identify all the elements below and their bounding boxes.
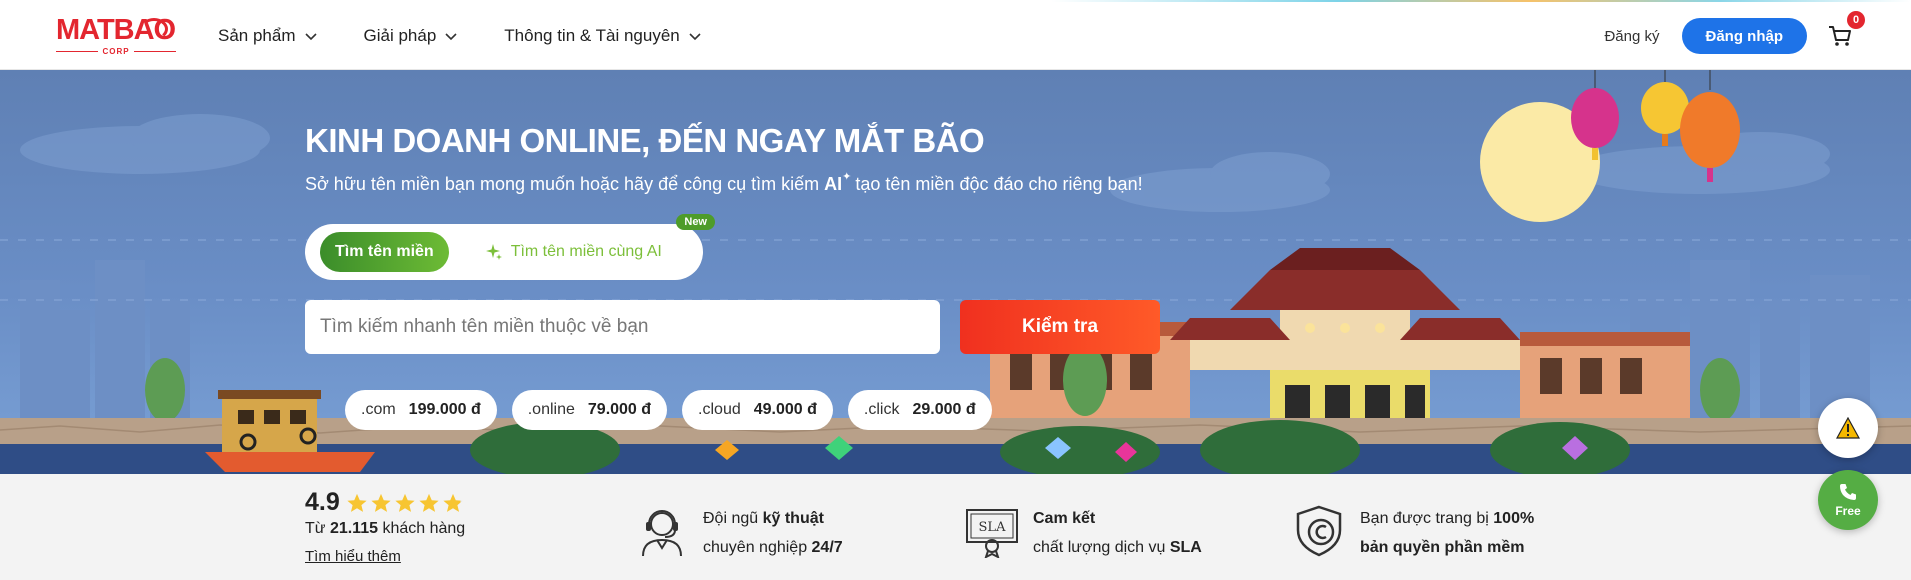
feature-line-2: chất lượng dịch vụ SLA	[1033, 533, 1202, 562]
feature-line-1: Cam kết	[1033, 504, 1202, 533]
price-amount: 79.000 đ	[587, 401, 652, 418]
login-button[interactable]: Đăng nhập	[1681, 18, 1807, 54]
tab-ai-label: Tìm tên miền cùng AI	[510, 243, 662, 260]
feature-line-2: chuyên nghiệp 24/7	[703, 533, 843, 562]
cart-count-badge: 0	[1847, 11, 1865, 29]
nav-item-label: Sản phẩm	[218, 26, 296, 45]
star-icon	[347, 493, 367, 512]
cart-icon	[1829, 26, 1851, 46]
sparkle-icon: ✦	[842, 171, 852, 183]
cart-button[interactable]: 0	[1827, 11, 1865, 49]
price-ext: .click	[863, 401, 900, 418]
learn-more-link[interactable]: Tìm hiểu thêm	[305, 548, 401, 565]
rating-count-line: Từ 21.115 khách hàng	[305, 520, 465, 538]
customer-rating: 4.9 Từ 21.115 khách hàng Tìm hiểu thêm	[305, 488, 465, 566]
nav-item-resources[interactable]: Thông tin & Tài nguyên	[504, 26, 701, 46]
ai-sparkle-icon	[485, 244, 502, 260]
feature-line-1: Bạn được trang bị 100%	[1360, 504, 1534, 533]
price-pill-cloud[interactable]: .cloud 49.000 đ	[682, 390, 833, 430]
copyright-shield-icon	[1296, 505, 1342, 557]
site-header: MATBAO CORP Sản phẩm Giải pháp Thông tin…	[0, 2, 1911, 70]
feature-line-2: bản quyền phần mềm	[1360, 533, 1534, 562]
feature-plain: Đội ngũ	[703, 510, 763, 527]
feature-bold: Cam kết	[1033, 510, 1096, 527]
chevron-down-icon	[304, 33, 317, 41]
price-pill-com[interactable]: .com 199.000 đ	[345, 390, 497, 430]
price-amount: 29.000 đ	[912, 401, 976, 418]
price-pill-online[interactable]: .online 79.000 đ	[511, 390, 668, 430]
price-ext: .online	[527, 401, 575, 418]
nav-item-label: Thông tin & Tài nguyên	[504, 26, 680, 45]
feature-bold: 100%	[1493, 510, 1535, 527]
chevron-down-icon	[445, 33, 457, 41]
domain-price-list: .com 199.000 đ .online 79.000 đ .cloud 4…	[345, 390, 992, 430]
warning-icon	[1836, 417, 1860, 439]
rating-count: 21.115	[329, 520, 378, 537]
star-icon	[395, 493, 415, 512]
logo-sub: CORP	[56, 46, 176, 56]
price-amount: 49.000 đ	[753, 401, 817, 418]
hero-subtitle-start: Sở hữu tên miền bạn mong muốn hoặc hãy đ…	[305, 174, 820, 194]
call-free-label: Free	[1835, 504, 1861, 518]
feature-support: Đội ngũ kỹ thuật chuyên nghiệp 24/7	[635, 504, 843, 562]
star-icon	[371, 493, 391, 512]
chevron-down-icon	[689, 33, 701, 41]
nav-item-solutions[interactable]: Giải pháp	[364, 26, 459, 46]
feature-bold: 24/7	[811, 539, 843, 556]
hero-subtitle-ai: AI	[824, 174, 843, 194]
search-mode-tabs: Tìm tên miền Tìm tên miền cùng AI New	[305, 214, 715, 280]
header-actions: Đăng ký Đăng nhập 0	[1604, 2, 1865, 70]
warning-fab[interactable]	[1818, 398, 1878, 458]
feature-bold: kỹ thuật	[762, 510, 824, 527]
tab-domain-search[interactable]: Tìm tên miền	[320, 232, 449, 272]
tab-ai-domain-search[interactable]: Tìm tên miền cùng AI	[485, 243, 662, 261]
phone-icon	[1840, 484, 1856, 500]
feature-bold: SLA	[1169, 539, 1202, 556]
sla-certificate-icon: SLA	[966, 509, 1018, 558]
rating-stars	[346, 492, 464, 514]
star-half-icon	[443, 493, 463, 512]
hero-title: KINH DOANH ONLINE, ĐẾN NGAY MẮT BÃO	[305, 122, 985, 159]
register-link[interactable]: Đăng ký	[1604, 28, 1659, 45]
feature-plain: Bạn được trang bị	[1360, 510, 1494, 527]
price-amount: 199.000 đ	[408, 401, 481, 418]
price-pill-click[interactable]: .click 29.000 đ	[847, 390, 992, 430]
logo-sub-text: CORP	[102, 46, 130, 56]
rating-score: 4.9	[305, 488, 340, 516]
support-agent-icon	[642, 510, 682, 557]
rating-suffix: khách hàng	[382, 520, 466, 537]
price-ext: .com	[361, 401, 396, 418]
matbao-logo[interactable]: MATBAO CORP	[56, 16, 176, 56]
check-domain-button[interactable]: Kiểm tra	[960, 300, 1160, 354]
hero-banner: KINH DOANH ONLINE, ĐẾN NGAY MẮT BÃO Sở h…	[0, 70, 1911, 474]
feature-plain: chuyên nghiệp	[703, 539, 812, 556]
star-icon	[419, 493, 439, 512]
call-free-fab[interactable]: Free	[1818, 470, 1878, 530]
price-ext: .cloud	[698, 401, 741, 418]
feature-license: Bạn được trang bị 100% bản quyền phần mề…	[1292, 504, 1534, 562]
hero-subtitle-end: tạo tên miền độc đáo cho riêng bạn!	[855, 174, 1143, 194]
feature-bold: bản quyền phần mềm	[1360, 539, 1525, 556]
feature-line-1: Đội ngũ kỹ thuật	[703, 504, 843, 533]
features-strip: 4.9 Từ 21.115 khách hàng Tìm hiểu thêm Đ…	[0, 474, 1911, 580]
nav-item-label: Giải pháp	[363, 26, 437, 45]
feature-plain: chất lượng dịch vụ	[1033, 539, 1170, 556]
domain-search-input[interactable]	[305, 300, 940, 354]
feature-sla: SLA Cam kết chất lượng dịch vụ SLA	[965, 504, 1202, 562]
svg-text:SLA: SLA	[979, 520, 1007, 535]
nav-item-products[interactable]: Sản phẩm	[218, 26, 318, 46]
rating-prefix: Từ	[305, 520, 326, 537]
logo-swoosh-icon	[140, 18, 168, 40]
new-badge: New	[676, 214, 715, 230]
hero-subtitle: Sở hữu tên miền bạn mong muốn hoặc hãy đ…	[305, 171, 1143, 195]
main-nav: Sản phẩm Giải pháp Thông tin & Tài nguyê…	[218, 2, 702, 70]
